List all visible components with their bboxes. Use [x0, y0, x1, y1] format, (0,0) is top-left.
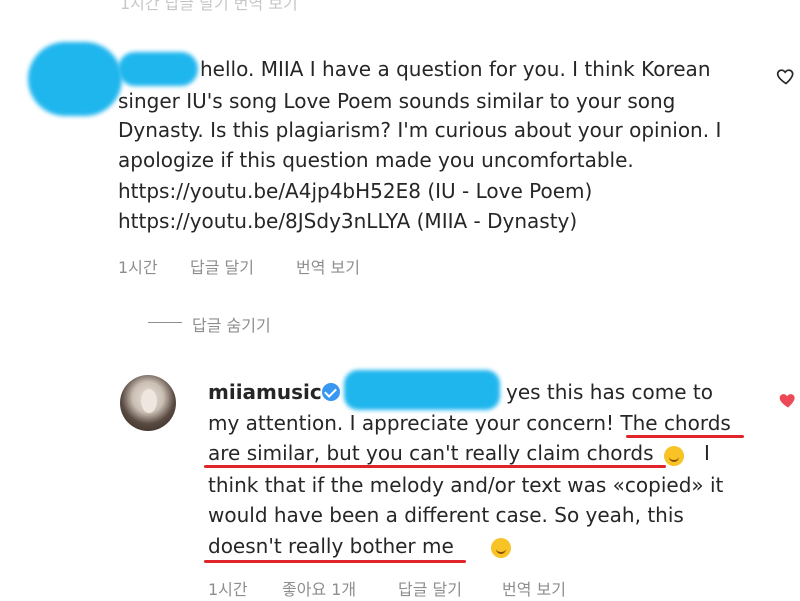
reply-line: would have been a different case. So yea… [208, 503, 684, 527]
translate-button[interactable]: 번역 보기 [502, 576, 566, 600]
hide-replies-button[interactable]: 답글 숨기기 [192, 312, 271, 336]
reply-line: my attention. I appreciate your concern!… [208, 411, 731, 435]
reply-line: doesn't really bother me [208, 534, 454, 558]
reply-line: I [704, 441, 710, 465]
smiling-emoji-icon [491, 538, 512, 558]
comment-time: 1시간 [118, 258, 158, 277]
highlight-underline [204, 465, 666, 468]
redacted-username [118, 52, 198, 86]
reply-line: think that if the melody and/or text was… [208, 473, 724, 497]
reply-line: yes this has come to [506, 380, 713, 404]
reply-button[interactable]: 답글 달기 [190, 254, 254, 278]
comment-link[interactable]: https://youtu.be/8JSdy3nLLYA (MIIA - Dyn… [118, 206, 577, 236]
reply-line: are similar, but you can't really claim … [208, 441, 654, 465]
highlight-underline [204, 560, 466, 563]
comment-line: singer IU's song Love Poem sounds simila… [118, 89, 676, 113]
top-meta-cutoff: 1시간 답글 달기 번역 보기 [120, 0, 298, 13]
comment-line: hello. MIIA I have a question for you. I… [200, 57, 711, 81]
verified-badge-icon [322, 383, 340, 401]
like-heart-icon[interactable] [776, 66, 796, 86]
liked-heart-icon[interactable] [778, 390, 798, 410]
replies-divider [148, 322, 182, 323]
avatar[interactable] [120, 375, 176, 431]
reply-time: 1시간 [208, 580, 248, 599]
comment-line: apologize if this question made you unco… [118, 148, 634, 172]
reply-username[interactable]: miiamusic [208, 377, 322, 407]
reply-button[interactable]: 답글 달기 [398, 576, 462, 600]
comment-link[interactable]: https://youtu.be/A4jp4bH52E8 (IU - Love … [118, 176, 592, 206]
grinning-sweat-emoji-icon [664, 446, 684, 466]
comment-line: Dynasty. Is this plagiarism? I'm curious… [118, 118, 722, 142]
translate-button[interactable]: 번역 보기 [296, 254, 360, 278]
redacted-avatar [28, 42, 122, 116]
redacted-mention [344, 370, 500, 410]
highlight-underline [626, 435, 744, 438]
likes-count[interactable]: 좋아요 1개 [282, 576, 356, 600]
